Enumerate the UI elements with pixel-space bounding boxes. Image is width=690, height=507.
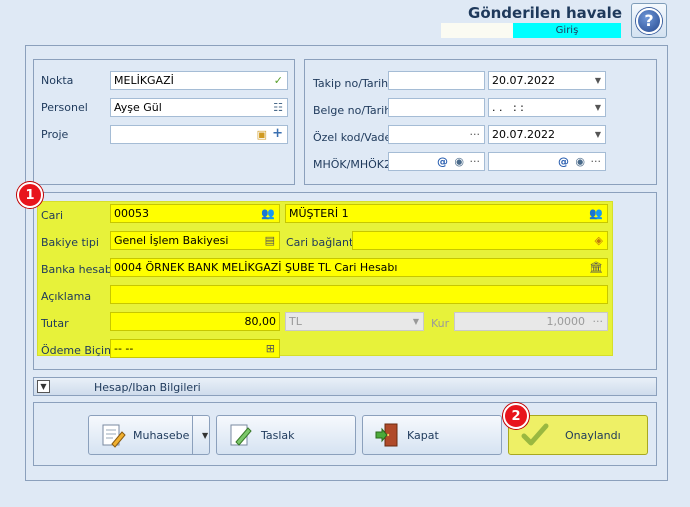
- bank-icon[interactable]: 🏛: [589, 260, 603, 275]
- draft-icon: [227, 421, 255, 449]
- add-icon[interactable]: +: [272, 126, 283, 141]
- takip-date-picker[interactable]: 20.07.2022 ▼: [488, 71, 606, 90]
- proje-field[interactable]: ▣ +: [110, 125, 288, 144]
- ellipsis-icon[interactable]: ···: [593, 314, 604, 329]
- mhok-input[interactable]: @ ◉ ···: [388, 152, 485, 171]
- takip-no-input[interactable]: [388, 71, 485, 90]
- onaylandi-button[interactable]: Onaylandı: [508, 415, 648, 455]
- mode-badge: Giriş: [513, 23, 621, 38]
- ellipsis-icon[interactable]: ···: [470, 127, 481, 142]
- edit-document-icon: [99, 421, 127, 449]
- odeme-bicimi-field[interactable]: -- -- ⊞: [110, 339, 280, 358]
- tree-icon[interactable]: ⊞: [266, 341, 275, 356]
- cari-baglanti-label: Cari bağlantı: [286, 236, 357, 249]
- personel-field[interactable]: Ayşe Gül ☷: [110, 98, 288, 117]
- step-badge-1: 1: [17, 182, 43, 208]
- nokta-field[interactable]: MELİKGAZİ ✓: [110, 71, 288, 90]
- users-icon[interactable]: 👥: [589, 206, 603, 221]
- view-icon[interactable]: ◉: [575, 154, 585, 169]
- exit-door-icon: [373, 421, 401, 449]
- cari-name-field[interactable]: MÜŞTERİ 1 👥: [285, 204, 608, 223]
- bakiye-label: Bakiye tipi: [41, 236, 99, 249]
- chevron-down-icon[interactable]: ▼: [595, 73, 601, 88]
- bakiye-tipi-field[interactable]: Genel İşlem Bakiyesi ▤: [110, 231, 280, 250]
- aciklama-input[interactable]: [110, 285, 608, 304]
- banka-hesabi-field[interactable]: 0004 ÖRNEK BANK MELİKGAZİ ŞUBE TL Cari H…: [110, 258, 608, 277]
- takip-label: Takip no/Tarih: [313, 77, 389, 90]
- muhasebe-button-group: Muhasebe ▼: [88, 415, 210, 455]
- expand-icon[interactable]: ▼: [37, 380, 50, 393]
- highlight-area: [37, 201, 613, 356]
- aciklama-label: Açıklama: [41, 290, 92, 303]
- lock-icon[interactable]: ▣: [257, 127, 267, 142]
- ellipsis-icon[interactable]: ···: [591, 154, 602, 169]
- belge-date-picker[interactable]: . . : : ▼: [488, 98, 606, 117]
- muhasebe-button[interactable]: Muhasebe: [89, 416, 193, 454]
- banka-label: Banka hesabı: [41, 263, 115, 276]
- list-icon[interactable]: ▤: [265, 233, 275, 248]
- ozel-label: Özel kod/Vade: [313, 131, 392, 144]
- taslak-button[interactable]: Taslak: [216, 415, 356, 455]
- cari-baglanti-field[interactable]: ◈: [352, 231, 608, 250]
- at-icon[interactable]: @: [558, 154, 569, 169]
- users-icon[interactable]: 👥: [261, 206, 275, 221]
- odeme-label: Ödeme Biçimi: [41, 344, 118, 357]
- status-blank: [441, 23, 513, 38]
- step-badge-2: 2: [503, 403, 529, 429]
- vade-date-picker[interactable]: 20.07.2022 ▼: [488, 125, 606, 144]
- kur-input[interactable]: 1,0000 ···: [454, 312, 608, 331]
- cari-code-field[interactable]: 00053 👥: [110, 204, 280, 223]
- tutar-input[interactable]: 80,00: [110, 312, 280, 331]
- personel-label: Personel: [41, 101, 88, 114]
- kapat-button[interactable]: Kapat: [362, 415, 502, 455]
- help-icon: ?: [636, 7, 662, 34]
- chevron-down-icon[interactable]: ▼: [413, 314, 419, 329]
- chevron-down-icon[interactable]: ▼: [595, 127, 601, 142]
- mhok2-input[interactable]: @ ◉ ···: [488, 152, 606, 171]
- help-button[interactable]: ?: [631, 3, 667, 38]
- muhasebe-dropdown-icon[interactable]: ▼: [199, 431, 208, 440]
- chevron-down-icon[interactable]: ▼: [595, 100, 601, 115]
- kur-label: Kur: [431, 317, 450, 330]
- mhok-label: MHÖK/MHÖK2: [313, 158, 391, 171]
- currency-select[interactable]: TL ▼: [285, 312, 424, 331]
- link-icon[interactable]: ◈: [595, 233, 603, 248]
- nokta-label: Nokta: [41, 74, 74, 87]
- iban-section-label: Hesap/Iban Bilgileri: [94, 381, 201, 394]
- view-icon[interactable]: ◉: [454, 154, 464, 169]
- belge-no-input[interactable]: [388, 98, 485, 117]
- user-lookup-icon[interactable]: ☷: [273, 100, 283, 115]
- belge-label: Belge no/Tarih: [313, 104, 392, 117]
- cari-label: Cari: [41, 209, 63, 222]
- tutar-label: Tutar: [41, 317, 69, 330]
- check-icon[interactable]: ✓: [274, 73, 283, 88]
- ellipsis-icon[interactable]: ···: [470, 154, 481, 169]
- at-icon[interactable]: @: [437, 154, 448, 169]
- ozel-kod-input[interactable]: ···: [388, 125, 485, 144]
- proje-label: Proje: [41, 128, 69, 141]
- page-title: Gönderilen havale: [468, 4, 622, 22]
- iban-section-toggle[interactable]: ▼ Hesap/Iban Bilgileri: [33, 377, 657, 396]
